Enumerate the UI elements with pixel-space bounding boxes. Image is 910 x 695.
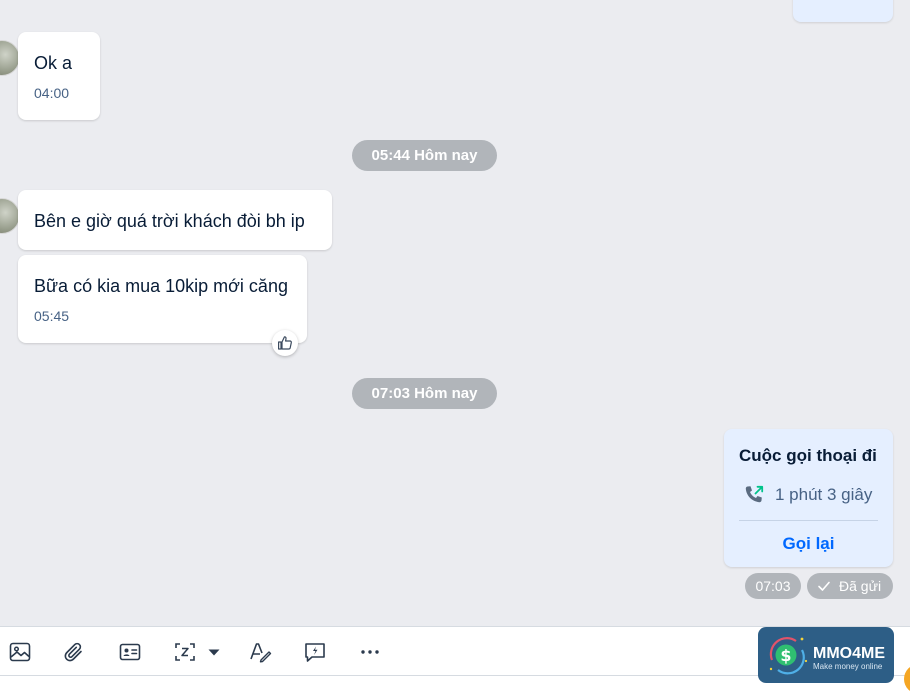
text-format-icon [250,643,272,663]
send-image-button[interactable] [7,639,33,665]
send-contact-button[interactable] [117,639,143,665]
thumbs-up-icon [278,336,292,350]
message-bubble: Bên e giờ quá trời khách đòi bh ip [18,190,332,250]
dollar-logo-icon: $ [769,637,808,675]
attachment-icon [64,642,82,662]
call-duration: 1 phút 3 giây [775,485,873,504]
check-icon [818,581,830,591]
message-time: 04:00 [34,85,70,101]
more-options-button[interactable] [357,639,383,665]
message-time-badge: 07:03 [745,573,801,599]
outgoing-call-card: Cuộc gọi thoại đi 1 phút 3 giây Gọi lại [724,429,893,567]
message-text: Ok a [34,53,73,73]
dropdown-caret-icon [208,649,220,656]
call-title: Cuộc gọi thoại đi [739,446,877,465]
message-bubble: Ok a 04:00 [18,32,100,120]
mmo4me-logo: $ MMO4ME Make money online [758,627,894,683]
contact-avatar[interactable] [0,198,20,234]
contact-card-icon [119,643,141,661]
message-text: Bên e giờ quá trời khách đòi bh ip [34,211,305,231]
call-back-button[interactable]: Gọi lại [724,534,893,554]
chat-area: Ok a 04:00 05:44 Hôm nay Bên e giờ quá t… [0,0,910,626]
attach-file-button[interactable] [61,639,87,665]
text-format-button[interactable] [247,639,273,665]
more-icon [361,650,379,654]
screenshot-options-dropdown[interactable] [203,639,225,665]
like-reaction-button[interactable] [272,330,298,356]
divider [739,520,878,521]
date-separator: 05:44 Hôm nay [352,140,497,171]
contact-avatar[interactable] [0,40,20,76]
previous-message-bubble [793,0,893,22]
svg-text:$: $ [780,646,791,665]
quick-message-icon [305,643,325,662]
date-separator: 07:03 Hôm nay [352,378,497,409]
sent-status-badge: Đã gửi [807,573,893,599]
logo-name: MMO4ME [813,645,885,662]
message-bubble: Bữa có kia mua 10kip mới căng 05:45 [18,255,307,343]
logo-tagline: Make money online [813,662,883,671]
message-text: Bữa có kia mua 10kip mới căng [34,276,288,296]
sent-status-label: Đã gửi [839,578,882,594]
quick-message-button[interactable] [302,639,328,665]
screenshot-icon [175,643,195,661]
message-time: 05:45 [34,308,70,324]
outgoing-call-icon [742,483,766,512]
image-icon [9,642,31,662]
screenshot-button[interactable] [172,639,198,665]
